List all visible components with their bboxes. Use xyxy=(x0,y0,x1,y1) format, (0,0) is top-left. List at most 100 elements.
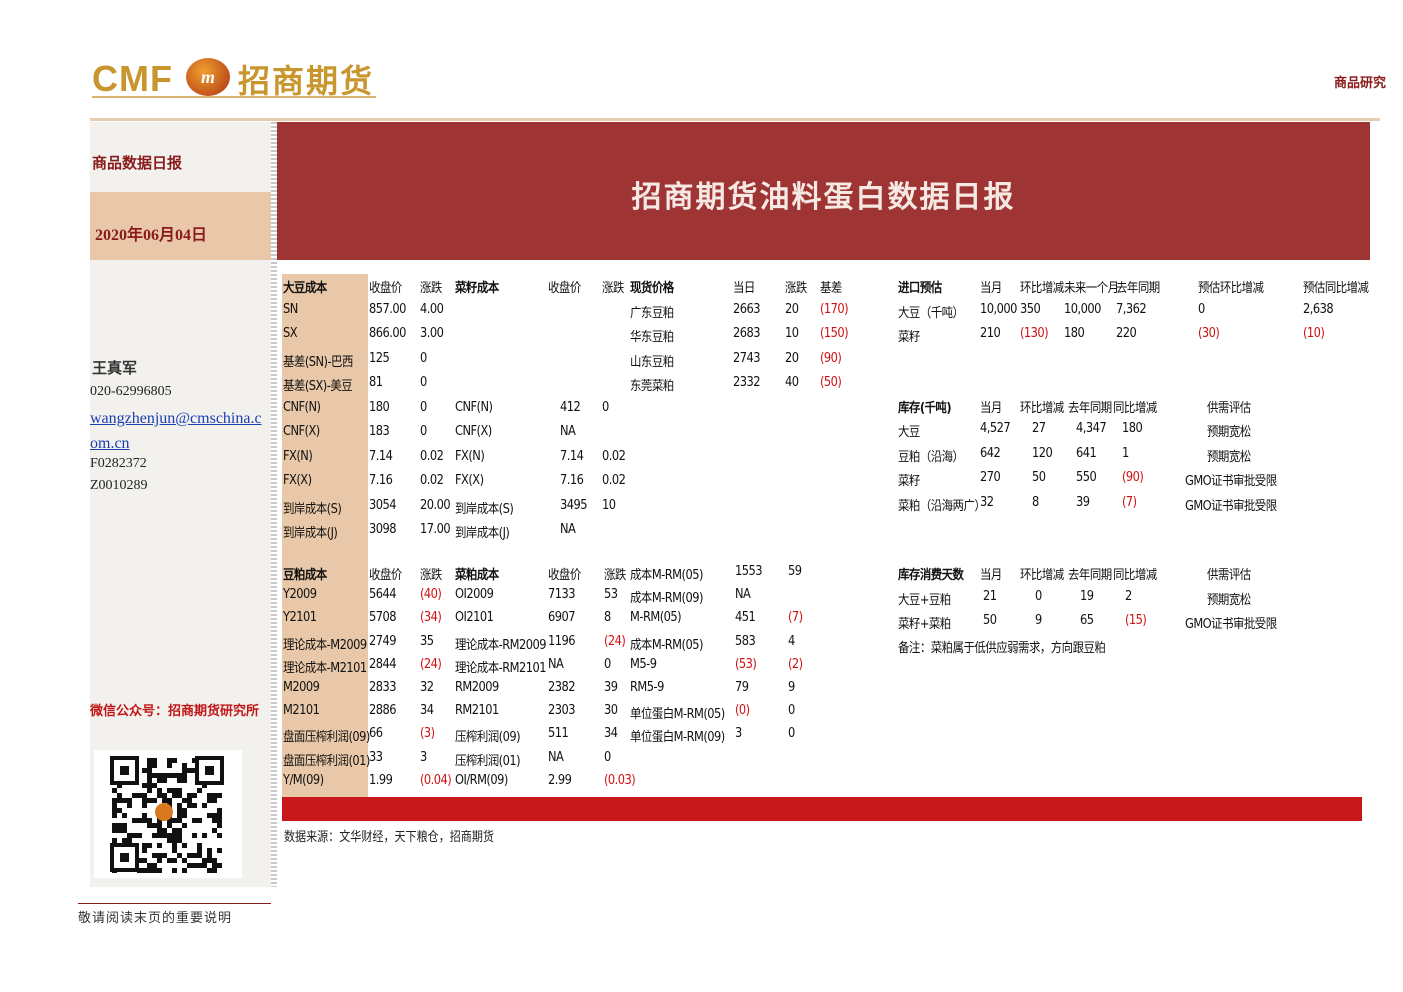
table-end-bar xyxy=(282,797,1362,821)
meal_cost-cell: 2886 xyxy=(369,703,397,719)
soy_cost-cell: 0 xyxy=(420,424,427,439)
rapemeal_cost-cell: (24) xyxy=(604,633,626,649)
consumption-header: 去年同期 xyxy=(1068,568,1112,583)
rapemeal_cost-cell: 压榨利润(01) xyxy=(455,753,521,769)
wechat-qr-code xyxy=(94,750,242,878)
rapemeal_cost-cell: 511 xyxy=(548,726,569,742)
footer-divider xyxy=(78,903,271,904)
meal_cost-cell: 盘面压榨利润(01) xyxy=(283,753,370,769)
spreads-cell: 单位蛋白M-RM(09) xyxy=(630,730,725,746)
rapemeal_cost-cell: 8 xyxy=(604,610,611,626)
consumption-cell: 9 xyxy=(1035,612,1042,628)
spreads-cell: 583 xyxy=(735,633,756,649)
spot_price-cell: (90) xyxy=(820,350,842,366)
soy_cost-cell: 20.00 xyxy=(420,497,451,513)
spot_price-cell: (150) xyxy=(820,326,849,341)
soy_cost-cell: 基差(SN)-巴西 xyxy=(283,354,353,370)
consumption-cell: 0 xyxy=(1035,589,1042,604)
report-date: 2020年06月04日 xyxy=(95,227,208,244)
spreads-cell: 成本M-RM(09) xyxy=(630,591,703,607)
rapemeal_cost-cell: OI2009 xyxy=(455,587,494,603)
consumption-header: 环比增减 xyxy=(1020,568,1064,583)
logo-cmf-text: CMF xyxy=(92,58,173,99)
rapemeal_cost-cell: 理论成本-RM2101 xyxy=(455,660,547,676)
report-title: 招商期货油料蛋白数据日报 xyxy=(631,180,1016,215)
consumption-header: 同比增减 xyxy=(1113,568,1157,583)
consumption-cell: 21 xyxy=(983,589,997,604)
inventory-header: 供需评估 xyxy=(1207,401,1251,416)
spot_price-header: 基差 xyxy=(820,281,842,296)
rapemeal_cost-cell: RM2009 xyxy=(455,680,499,695)
inventory-cell: 4,527 xyxy=(980,421,1011,436)
soy_cost-cell: 0 xyxy=(420,350,427,366)
spot_price-cell: 东莞菜粕 xyxy=(630,379,674,394)
import_forecast-header: 环比增减 xyxy=(1020,281,1064,296)
inventory-cell: (90) xyxy=(1122,470,1144,485)
inventory-cell: 32 xyxy=(980,494,994,510)
soy_cost-cell: 180 xyxy=(369,399,390,415)
import_forecast-cell: 350 xyxy=(1020,301,1041,317)
soy_cost-header: 大豆成本 xyxy=(283,281,327,296)
spreads-cell: (0) xyxy=(735,703,750,719)
rapemeal_cost-cell: 理论成本-RM2009 xyxy=(455,637,547,653)
import_forecast-header: 预估环比增减 xyxy=(1198,281,1264,296)
spot_price-cell: 2743 xyxy=(733,350,761,366)
soy_cost-header: 收盘价 xyxy=(369,281,402,296)
consumption-cell: 19 xyxy=(1080,589,1094,604)
meal_cost-cell: 33 xyxy=(369,749,383,765)
spot_price-header: 当日 xyxy=(733,281,755,296)
spreads-cell: 3 xyxy=(735,726,742,742)
meal_cost-cell: M2101 xyxy=(283,703,320,719)
spot_price-cell: 广东豆粕 xyxy=(630,305,674,321)
soy_cost-cell: 3054 xyxy=(369,497,397,513)
soy_cost-cell: 125 xyxy=(369,350,390,366)
soy_cost-cell: 4.00 xyxy=(420,301,444,317)
spot_price-header: 现货价格 xyxy=(630,281,674,296)
import_forecast-cell: 0 xyxy=(1198,301,1205,317)
rapeseed_cost-header: 菜籽成本 xyxy=(455,281,499,296)
spot_price-cell: 20 xyxy=(785,350,799,366)
rapeseed_cost-cell: 10 xyxy=(602,497,616,513)
inventory-cell: 550 xyxy=(1076,470,1097,485)
footer-note: 敬请阅读末页的重要说明 xyxy=(78,911,233,926)
meal_cost-cell: (24) xyxy=(420,656,442,672)
meal_cost-cell: 5708 xyxy=(369,610,397,626)
spreads-cell: 451 xyxy=(735,610,756,626)
analyst-name: 王真军 xyxy=(92,359,138,377)
consumption-cell: GMO证书审批受限 xyxy=(1185,616,1277,632)
inventory-header: 当月 xyxy=(980,401,1002,416)
meal_cost-cell: 66 xyxy=(369,726,383,742)
inventory-cell: 180 xyxy=(1122,421,1143,436)
rapeseed_cost-cell: FX(N) xyxy=(455,448,485,464)
inventory-cell: 预期宽松 xyxy=(1207,449,1251,465)
import_forecast-header: 进口预估 xyxy=(898,281,942,296)
rapeseed_cost-cell: 到岸成本(J) xyxy=(455,526,510,541)
rapemeal_cost-cell: NA xyxy=(548,749,564,765)
rapeseed_cost-cell: NA xyxy=(560,522,576,537)
meal_cost-cell: 1.99 xyxy=(369,772,393,788)
rapeseed_cost-cell: CNF(X) xyxy=(455,424,492,439)
inventory-cell: 4,347 xyxy=(1076,421,1107,436)
meal_cost-cell: 3 xyxy=(420,749,427,765)
consumption-cell: (15) xyxy=(1125,612,1147,628)
inventory-cell: 270 xyxy=(980,470,1001,485)
inventory-cell: GMO证书审批受限 xyxy=(1185,474,1277,489)
meal_cost-header: 涨跌 xyxy=(420,568,442,583)
meal_cost-cell: Y2101 xyxy=(283,610,317,626)
soy_cost-cell: 81 xyxy=(369,375,383,390)
license-number-2: Z0010289 xyxy=(90,478,148,493)
import_forecast-cell: 菜籽 xyxy=(898,330,920,345)
spot_price-cell: 10 xyxy=(785,326,799,341)
rapeseed_cost-header: 收盘价 xyxy=(548,281,581,296)
analyst-phone: 020-62996805 xyxy=(90,384,172,399)
rapeseed_cost-cell: NA xyxy=(560,424,576,439)
spot_price-header: 涨跌 xyxy=(785,281,807,296)
soy_cost-header: 涨跌 xyxy=(420,281,442,296)
soy_cost-cell: 7.14 xyxy=(369,448,393,464)
meal_cost-cell: Y2009 xyxy=(283,587,317,603)
consumption-cell: 预期宽松 xyxy=(1207,593,1251,608)
inventory-cell: 菜粕（沿海两广） xyxy=(898,498,986,514)
report-type: 商品数据日报 xyxy=(92,154,183,172)
analyst-email-link[interactable]: wangzhenjun@cmschina.com.cn xyxy=(90,406,262,456)
rapemeal_cost-cell: 0 xyxy=(604,656,611,672)
